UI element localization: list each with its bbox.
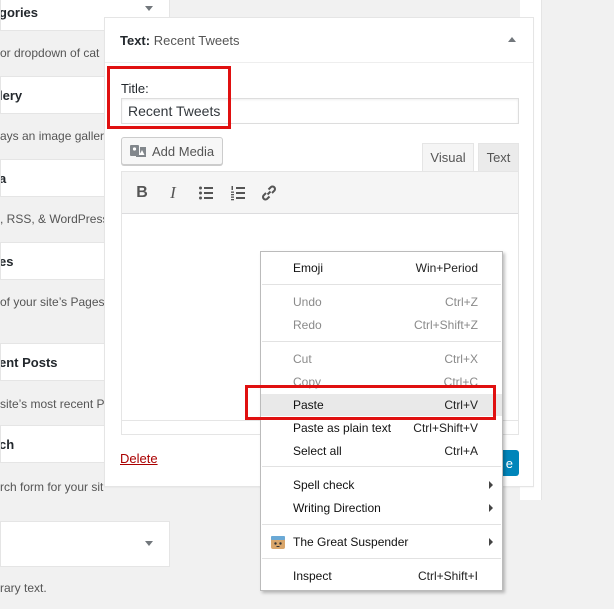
widget-title: ch: [0, 436, 15, 452]
add-media-button[interactable]: Add Media: [121, 137, 223, 165]
menu-item-shortcut: Ctrl+Shift+V: [413, 421, 478, 435]
add-media-label: Add Media: [152, 143, 215, 159]
menu-item-redo[interactable]: Redo Ctrl+Shift+Z: [261, 314, 502, 336]
title-highlight-box: [107, 66, 231, 129]
submenu-arrow-icon: [489, 538, 493, 546]
media-icon: [130, 145, 146, 157]
menu-separator: [262, 341, 501, 342]
menu-item-label: Spell check: [293, 478, 355, 492]
widget-instance-name: Recent Tweets: [153, 33, 240, 48]
editor-toolbar: B I: [122, 172, 518, 214]
menu-item-shortcut: Ctrl+Shift+Z: [413, 318, 478, 332]
widget-title: lery: [0, 87, 23, 103]
tab-text[interactable]: Text: [478, 143, 519, 171]
italic-button[interactable]: I: [163, 183, 183, 203]
menu-item-label: Undo: [293, 295, 322, 309]
menu-item-cut[interactable]: Cut Ctrl+X: [261, 348, 502, 370]
menu-item-label: Cut: [293, 352, 312, 366]
collapse-arrow-icon[interactable]: [508, 37, 516, 42]
menu-item-shortcut: Win+Period: [415, 261, 478, 275]
menu-item-spell-check[interactable]: Spell check: [261, 474, 502, 496]
save-label: e: [505, 455, 513, 471]
context-menu: Emoji Win+Period Undo Ctrl+Z Redo Ctrl+S…: [260, 251, 503, 591]
paste-highlight-box: [245, 385, 496, 420]
suspender-extension-icon: [271, 536, 285, 549]
widget-description: rary text.: [0, 581, 47, 595]
menu-item-label: Select all: [293, 444, 342, 458]
menu-item-label: Inspect: [293, 569, 332, 583]
menu-item-label: Paste as plain text: [293, 421, 392, 435]
bulleted-list-icon: [199, 186, 213, 200]
menu-item-paste-plain[interactable]: Paste as plain text Ctrl+Shift+V: [261, 417, 502, 439]
menu-item-writing-direction[interactable]: Writing Direction: [261, 497, 502, 519]
submenu-arrow-icon: [489, 504, 493, 512]
menu-item-shortcut: Ctrl+A: [444, 444, 478, 458]
widget-type-label: Text:: [120, 33, 151, 48]
menu-item-label: Emoji: [293, 261, 324, 275]
tab-visual[interactable]: Visual: [422, 143, 474, 171]
menu-separator: [262, 284, 501, 285]
bulleted-list-button[interactable]: [196, 183, 216, 203]
menu-separator: [262, 558, 501, 559]
widget-text[interactable]: [0, 521, 170, 567]
menu-item-undo[interactable]: Undo Ctrl+Z: [261, 291, 502, 313]
numbered-list-icon: [231, 186, 245, 201]
menu-item-label: Redo: [293, 318, 322, 332]
menu-item-emoji[interactable]: Emoji Win+Period: [261, 257, 502, 279]
widget-header[interactable]: Text: Recent Tweets: [105, 18, 533, 63]
submenu-arrow-icon: [489, 481, 493, 489]
widget-title: a: [1, 171, 6, 186]
menu-item-shortcut: Ctrl+Z: [445, 295, 478, 309]
numbered-list-button[interactable]: [228, 183, 248, 203]
menu-item-inspect[interactable]: Inspect Ctrl+Shift+I: [261, 565, 502, 587]
widget-header-title: Text: Recent Tweets: [120, 33, 240, 48]
bold-button[interactable]: B: [132, 183, 152, 203]
delete-link[interactable]: Delete: [120, 451, 158, 466]
menu-item-select-all[interactable]: Select all Ctrl+A: [261, 440, 502, 462]
widget-title: ent Posts: [0, 354, 58, 370]
menu-item-shortcut: Ctrl+X: [444, 352, 478, 366]
chevron-down-icon[interactable]: [145, 541, 153, 546]
menu-item-great-suspender[interactable]: The Great Suspender: [261, 531, 502, 553]
widget-title: es: [0, 253, 14, 269]
link-icon: [262, 185, 276, 201]
widget-title: gories: [0, 4, 39, 20]
menu-separator: [262, 524, 501, 525]
insert-link-button[interactable]: [259, 183, 279, 203]
menu-item-label: Writing Direction: [293, 501, 381, 515]
menu-item-label: The Great Suspender: [293, 535, 409, 549]
menu-separator: [262, 466, 501, 467]
menu-item-shortcut: Ctrl+Shift+I: [417, 569, 478, 583]
chevron-down-icon[interactable]: [145, 6, 153, 11]
